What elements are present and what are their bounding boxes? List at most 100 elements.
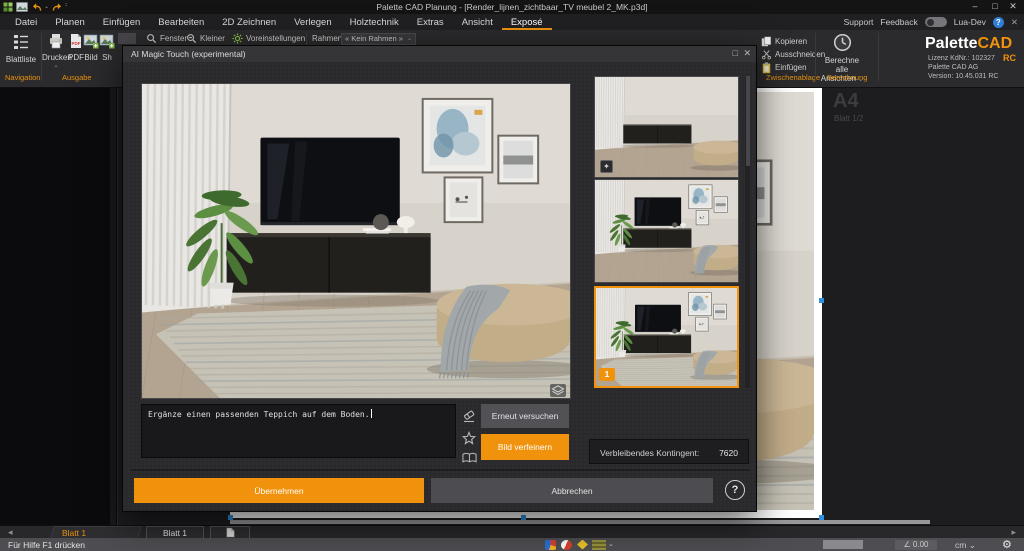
menu-item-exposé[interactable]: Exposé: [502, 14, 552, 30]
luadev-help-icon[interactable]: ?: [993, 17, 1004, 28]
fenster-button[interactable]: Fenster: [146, 32, 187, 45]
dialog-title: AI Magic Touch (experimental): [131, 49, 246, 59]
dialog-divider: [131, 469, 750, 471]
drucken-button[interactable]: Drucken ⌄: [42, 33, 70, 69]
grid-caret-icon[interactable]: ⌄: [608, 540, 614, 548]
pdf-button[interactable]: PDF PDF: [68, 33, 84, 62]
dialog-close-icon[interactable]: ✕: [743, 48, 751, 59]
variant-thumbnail-2[interactable]: [594, 179, 739, 283]
sheet-list-panel[interactable]: [0, 88, 118, 525]
support-link[interactable]: Support: [844, 17, 874, 27]
panel-scrollbar[interactable]: [110, 88, 116, 525]
company-name: Palette CAD AG: [928, 64, 978, 71]
paste-icon: [761, 62, 772, 74]
text-cursor: [371, 409, 372, 418]
horizontal-scrollbar[interactable]: [230, 520, 930, 524]
clear-prompt-icon[interactable]: [462, 409, 476, 423]
unit-dropdown[interactable]: cm ⌄: [955, 540, 976, 551]
view-mini-controls: [118, 32, 136, 45]
tabs-left-arrow-icon[interactable]: ◂: [8, 527, 13, 538]
quota-value: 7620: [719, 448, 738, 458]
retry-button[interactable]: Erneut versuchen: [481, 404, 569, 428]
selection-handle[interactable]: [819, 298, 824, 303]
variant-badge: ✦: [600, 160, 613, 173]
close-button[interactable]: ✕: [1004, 1, 1022, 13]
zoom-window-icon: [146, 33, 157, 44]
layers-icon[interactable]: [550, 384, 566, 397]
quota-panel: Verbleibendes Kontingent: 7620: [589, 439, 749, 464]
title-bar: ⌄ ᛬ Palette CAD Planung - [Render_lijnen…: [0, 0, 1024, 14]
tab-blatt1-label[interactable]: Blatt 1: [62, 528, 86, 538]
version-text: Version: 10.45.031 RC: [928, 73, 998, 80]
group-label-navigation: Navigation: [5, 73, 40, 82]
zoom-out-icon: [186, 33, 197, 44]
luadev-label: Lua-Dev: [954, 17, 986, 27]
tabs-right-arrow-icon[interactable]: ▸: [1011, 527, 1016, 538]
sheet-format-label: A4: [833, 90, 859, 113]
logo-rc: RC: [1003, 53, 1016, 63]
presets-gear-icon: [232, 33, 243, 44]
sheet-tabs-bar: ◂ Blatt 1 Blatt 1 ▸: [0, 525, 1024, 538]
palette-logo-icon[interactable]: [545, 540, 556, 550]
printer-icon: [48, 33, 64, 49]
bild-button[interactable]: Bild: [83, 33, 99, 62]
rahmen-label: Rahmen: [312, 32, 342, 45]
ai-preview-image[interactable]: [141, 83, 571, 399]
thumbnail-scrollbar[interactable]: [745, 76, 750, 388]
group-label-berechnung: Berechnung: [827, 73, 867, 82]
feedback-link[interactable]: Feedback: [880, 17, 917, 27]
cut-icon: [761, 49, 772, 60]
dialog-maximize-icon[interactable]: □: [733, 48, 738, 58]
menu-item-extras[interactable]: Extras: [408, 14, 453, 30]
variant-thumbnail-original[interactable]: [594, 76, 739, 178]
kleiner-button[interactable]: Kleiner: [186, 32, 225, 45]
group-label-ausgabe: Ausgabe: [62, 73, 92, 82]
new-sheet-icon: [226, 527, 235, 538]
settings-gear-icon[interactable]: ⚙: [1002, 538, 1012, 551]
pdf-icon: PDF: [69, 33, 83, 49]
minimize-button[interactable]: –: [966, 1, 984, 13]
license-number: Lizenz KdNr.: 102327: [928, 55, 995, 62]
menu-item-einfügen[interactable]: Einfügen: [94, 14, 150, 30]
luadev-toggle[interactable]: [925, 17, 947, 27]
menu-item-bearbeiten[interactable]: Bearbeiten: [149, 14, 213, 30]
bird-icon[interactable]: [561, 540, 572, 550]
ai-magic-touch-dialog: AI Magic Touch (experimental) □ ✕ ✦ 1 Ve…: [122, 45, 757, 512]
maximize-button[interactable]: □: [986, 1, 1004, 13]
variant-thumbnail-selected[interactable]: [594, 286, 739, 388]
angle-field[interactable]: ∠ 0.00: [895, 540, 937, 550]
prompt-library-icon[interactable]: [462, 452, 477, 464]
clock-icon: [833, 33, 852, 52]
apply-button[interactable]: Übernehmen: [134, 478, 424, 503]
sh-button[interactable]: Sh: [99, 33, 115, 62]
kopieren-button[interactable]: Kopieren: [761, 35, 807, 48]
application-window: ⌄ ᛬ Palette CAD Planung - [Render_lijnen…: [0, 0, 1024, 551]
image-export-icon: [83, 33, 99, 49]
quota-label: Verbleibendes Kontingent:: [600, 448, 699, 458]
cancel-button[interactable]: Abbrechen: [431, 478, 713, 503]
refine-image-button[interactable]: Bild verfeinern: [481, 434, 569, 460]
menu-item-datei[interactable]: Datei: [6, 14, 46, 30]
menu-item-verlegen[interactable]: Verlegen: [285, 14, 341, 30]
status-help-text: Für Hilfe F1 drücken: [8, 540, 85, 550]
rahmen-dropdown[interactable]: « Kein Rahmen »⌄: [341, 32, 416, 45]
panel-close-icon[interactable]: ✕: [1011, 17, 1018, 28]
palettecad-logo: PaletteCAD: [925, 35, 1020, 53]
favorite-prompt-icon[interactable]: [462, 431, 476, 445]
dialog-title-bar[interactable]: AI Magic Touch (experimental) □ ✕: [123, 46, 756, 62]
menu-item-2d-zeichnen[interactable]: 2D Zeichnen: [213, 14, 285, 30]
menu-item-ansicht[interactable]: Ansicht: [453, 14, 502, 30]
dialog-help-button[interactable]: ?: [725, 480, 745, 500]
selected-thumb-badge: 1: [599, 368, 615, 381]
view-mode-button[interactable]: [118, 33, 136, 44]
blattliste-button[interactable]: Blattliste: [4, 33, 38, 64]
status-input-field[interactable]: [823, 540, 863, 549]
menu-item-holztechnik[interactable]: Holztechnik: [341, 14, 408, 30]
voreinstellungen-button[interactable]: Voreinstellungen: [232, 32, 305, 45]
menu-item-planen[interactable]: Planen: [46, 14, 94, 30]
prompt-input[interactable]: Ergänze einen passenden Teppich auf dem …: [141, 404, 456, 458]
grid-pattern-icon[interactable]: [592, 540, 606, 550]
menu-bar: DateiPlanenEinfügenBearbeiten2D Zeichnen…: [0, 14, 1024, 30]
window-title: Palette CAD Planung - [Render_lijnen_zic…: [0, 2, 1024, 12]
figure-icon[interactable]: [577, 540, 588, 550]
